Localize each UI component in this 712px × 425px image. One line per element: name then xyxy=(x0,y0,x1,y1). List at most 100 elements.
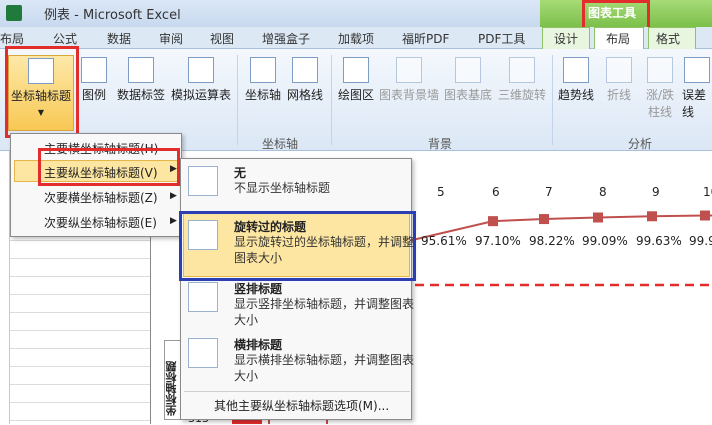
submenu-vertical[interactable]: 竖排标题 显示竖排坐标轴标题，并调整图表大小 xyxy=(188,280,414,332)
group-background-label: 背景 xyxy=(428,137,453,151)
axes-label: 坐标轴 xyxy=(244,88,281,102)
submenu-horizontal[interactable]: 横排标题 显示横排坐标轴标题，并调整图表大小 xyxy=(188,336,414,388)
submenu-arrow-icon: ▶ xyxy=(170,191,177,201)
tab-design[interactable]: 设计 xyxy=(554,30,578,47)
tab-review[interactable]: 审阅 xyxy=(159,30,183,47)
tab-addins[interactable]: 加载项 xyxy=(338,30,374,47)
pct-label-10: 99.9 xyxy=(689,234,712,248)
data-labels-button[interactable]: 数据标签 xyxy=(116,55,166,125)
axes-button[interactable]: 坐标轴 xyxy=(244,55,282,125)
pct-label-8: 99.09% xyxy=(582,234,628,248)
data-point-marker[interactable] xyxy=(647,211,657,222)
trendline-button[interactable]: 趋势线 xyxy=(556,55,596,125)
col-label-7: 7 xyxy=(545,185,553,199)
lines-button[interactable]: 折线 xyxy=(602,55,636,125)
axis-title-text: 坐标轴标题 xyxy=(165,361,178,416)
separator xyxy=(552,55,553,145)
sim-table-label: 模拟运算表 xyxy=(170,88,231,102)
horizontal-title: 横排标题 xyxy=(234,338,283,352)
updown-label-1: 涨/跌 xyxy=(645,88,675,102)
cube-icon xyxy=(509,57,535,83)
rotation-3d-button[interactable]: 三维旋转 xyxy=(496,55,548,125)
submenu-more-options[interactable]: 其他主要纵坐标轴标题选项(M)... xyxy=(214,397,389,414)
errorbar-button[interactable]: 误差线 xyxy=(682,55,712,125)
group-analysis-label: 分析 xyxy=(628,137,653,151)
col-label-10: 10 xyxy=(703,185,712,199)
data-labels-icon xyxy=(128,57,154,83)
menu-item-secondary-vertical[interactable]: 次要纵坐标轴标题(E) xyxy=(44,214,157,231)
submenu-arrow-icon: ▶ xyxy=(170,216,177,226)
window-title: 例表 - Microsoft Excel xyxy=(44,8,181,23)
tab-layout-left[interactable]: 布局 xyxy=(0,30,24,47)
chart-floor-button[interactable]: 图表基底 xyxy=(442,55,494,125)
tab-data[interactable]: 数据 xyxy=(107,30,131,47)
sheet-left-column xyxy=(0,151,10,424)
submenu-none[interactable]: 无 不显示坐标轴标题 xyxy=(188,164,412,208)
excel-icon[interactable] xyxy=(6,5,22,21)
col-label-5: 5 xyxy=(437,185,445,199)
lines-icon xyxy=(606,57,632,83)
plot-area-button[interactable]: 绘图区 xyxy=(336,55,376,125)
tab-view[interactable]: 视图 xyxy=(210,30,234,47)
highlight-rotated-title xyxy=(179,211,416,281)
chart-wall-icon xyxy=(396,57,422,83)
table-icon xyxy=(188,57,214,83)
tab-pdftools[interactable]: PDF工具 xyxy=(478,30,525,47)
lines-label: 折线 xyxy=(606,88,631,102)
pct-label-5: 95.61% xyxy=(421,234,467,248)
plot-area-icon xyxy=(343,57,369,83)
horizontal-title-icon xyxy=(188,338,218,368)
highlight-axis-title xyxy=(5,46,79,138)
none-title: 无 xyxy=(234,166,247,180)
separator xyxy=(237,55,238,145)
submenu-divider xyxy=(184,391,410,392)
errorbar-icon xyxy=(684,57,710,83)
chart-floor-icon xyxy=(455,57,481,83)
gridlines-button[interactable]: 网格线 xyxy=(286,55,324,125)
legend-icon xyxy=(81,57,107,83)
tab-foxit[interactable]: 福昕PDF xyxy=(402,30,449,47)
gridlines-label: 网格线 xyxy=(286,88,323,102)
errorbar-label: 误差线 xyxy=(682,88,707,119)
axes-icon xyxy=(250,57,276,83)
data-point-marker[interactable] xyxy=(593,212,603,223)
separator xyxy=(331,55,332,145)
tab-format[interactable]: 格式 xyxy=(656,30,680,47)
updown-label-2: 柱线 xyxy=(647,105,672,119)
tab-layout[interactable]: 布局 xyxy=(606,30,630,47)
data-point-marker[interactable] xyxy=(539,214,549,225)
col-label-6: 6 xyxy=(492,185,500,199)
trendline-label: 趋势线 xyxy=(557,88,594,102)
menu-item-secondary-horizontal[interactable]: 次要横坐标轴标题(Z) xyxy=(44,189,158,206)
chart-wall-label: 图表背景墙 xyxy=(378,88,439,102)
horizontal-desc: 显示横排坐标轴标题，并调整图表大小 xyxy=(234,353,415,383)
col-label-8: 8 xyxy=(599,185,607,199)
trendline-icon xyxy=(563,57,589,83)
chart-floor-label: 图表基底 xyxy=(443,88,492,102)
highlight-primary-vertical xyxy=(38,148,180,186)
data-point-marker[interactable] xyxy=(488,216,498,227)
legend-button[interactable]: 图例 xyxy=(80,55,108,125)
data-labels-label: 数据标签 xyxy=(116,88,165,102)
pct-label-6: 97.10% xyxy=(475,234,521,248)
chart-wall-button[interactable]: 图表背景墙 xyxy=(378,55,440,125)
group-axes-label: 坐标轴 xyxy=(262,137,299,151)
tab-formula[interactable]: 公式 xyxy=(53,30,77,47)
data-point-marker[interactable] xyxy=(700,210,710,221)
vertical-title-icon xyxy=(188,282,218,312)
plot-area-label: 绘图区 xyxy=(337,88,374,102)
gridlines-icon xyxy=(292,57,318,83)
tab-boost[interactable]: 增强盒子 xyxy=(262,30,310,47)
updown-bars-icon xyxy=(647,57,673,83)
no-title-icon xyxy=(188,166,218,196)
pct-label-7: 98.22% xyxy=(529,234,575,248)
none-desc: 不显示坐标轴标题 xyxy=(234,181,331,195)
vertical-title: 竖排标题 xyxy=(234,282,283,296)
sim-table-button[interactable]: 模拟运算表 xyxy=(170,55,232,125)
legend-label: 图例 xyxy=(81,88,106,102)
updown-bars-button[interactable]: 涨/跌柱线 xyxy=(640,55,680,125)
rotation-3d-label: 三维旋转 xyxy=(497,88,546,102)
pct-label-9: 99.63% xyxy=(636,234,682,248)
col-label-9: 9 xyxy=(652,185,660,199)
vertical-desc: 显示竖排坐标轴标题，并调整图表大小 xyxy=(234,297,415,327)
